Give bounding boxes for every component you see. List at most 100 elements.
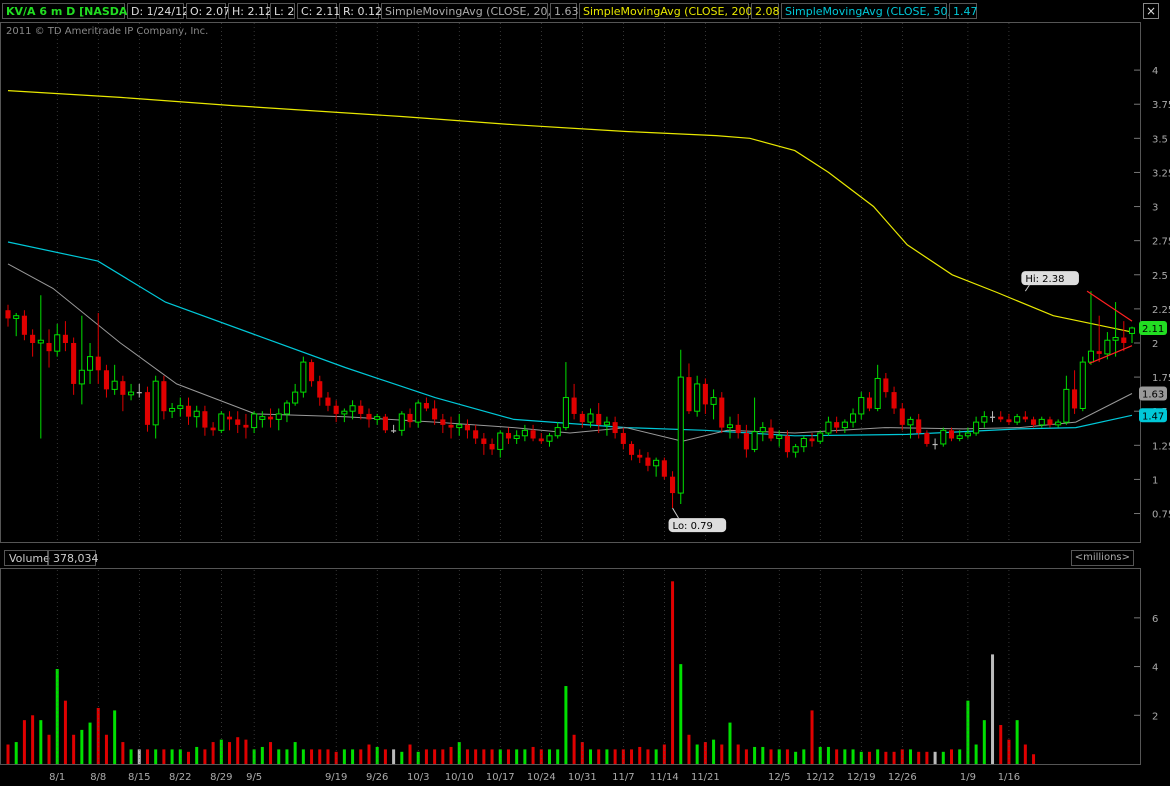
candle-up [349,405,356,412]
volume-bar [638,746,642,764]
volume-bar [326,749,330,764]
candle-down [735,424,741,434]
volume-chart[interactable]: 2 4 6 8/1 8/8 8/15 8/22 8/29 9/5 9/19 9/26 10/3 10/… [0,568,1170,786]
volume-bar [408,744,412,764]
candle-down [686,377,692,412]
volume-header: Volume 378,034 <millions> [0,550,1170,568]
candle-down [916,419,922,434]
sma50-value: 1.47 [949,3,978,19]
volume-bar [39,720,43,764]
candle-down [144,392,151,425]
volume-bar [129,749,133,764]
volume-bar [1023,744,1027,764]
candle-down [579,413,585,423]
volume-bar [424,749,428,764]
x-tick-label: 10/31 [568,772,597,783]
volume-bar [104,734,108,764]
wedge-lower-line [1089,345,1133,365]
volume-bar [941,751,945,764]
candle-down [670,476,676,494]
x-tick-label: 9/26 [366,772,388,783]
volume-bar [367,744,371,764]
candle-up [587,413,594,423]
y-tick-label: 2.5 [1152,271,1168,282]
volume-bar [654,749,658,764]
volume-bar [285,749,289,764]
candle-down [235,419,241,425]
volume-bar [761,746,765,764]
volume-bar [342,749,346,764]
candle-down [628,443,635,455]
x-tick-label: 11/7 [612,772,634,783]
candle-down [637,454,643,458]
candle-up [78,369,85,385]
candle-up [940,429,947,445]
annotation-label: Hi: 2.38 [1025,274,1064,285]
volume-bar [195,746,199,764]
candle-down [62,334,68,343]
volume-bar [269,742,273,764]
x-tick-label: 10/3 [407,772,429,783]
candle-up [275,413,282,420]
candle-down [473,430,479,439]
volume-bar [613,749,617,764]
candle-up [193,410,200,418]
candle-down [202,411,208,428]
volume-bar [293,742,297,764]
candle-up [817,432,824,442]
candle-down [1006,419,1012,423]
y-tick-label: 1 [1152,475,1158,486]
candle-up [850,413,857,423]
price-badge-label: 1.63 [1142,389,1164,400]
volume-bar [474,749,478,764]
sma20-label[interactable]: SimpleMovingAvg (CLOSE, 20, 0) [381,3,566,19]
volume-bar [277,749,281,764]
candle-down [883,378,889,393]
x-tick-label: 11/14 [650,772,679,783]
y-tick-label: 3.25 [1152,168,1170,179]
x-tick-label: 10/24 [527,772,556,783]
x-tick-label: 9/19 [325,772,347,783]
volume-bar [400,751,404,764]
volume-bar [375,746,379,764]
volume-bar [876,749,880,764]
candle-down [464,424,470,431]
symbol-label[interactable]: KV/A 6 m D [NASDAQ] [2,3,142,19]
candle-up [1128,327,1136,334]
candle-up [218,413,225,431]
volume-bar [310,749,314,764]
candle-up [169,407,176,412]
volume-label[interactable]: Volume [4,550,50,566]
x-tick-label: 8/8 [90,772,106,783]
candle-down [309,362,315,382]
sma200-label[interactable]: SimpleMovingAvg (CLOSE, 200, 0) [579,3,771,19]
candle-down [325,397,331,406]
volume-bar [1015,720,1019,764]
y-tick-label: 2 [1152,339,1158,350]
candle-down [103,370,109,390]
volume-value: 378,034 [48,550,99,566]
volume-bar [925,751,929,764]
volume-bar [31,715,35,764]
candle-down [834,422,840,428]
candle-down [226,416,233,420]
volume-y-axis: 2 4 6 [1134,614,1158,722]
candle-down [1072,389,1078,409]
candle-down [924,433,930,444]
volume-bar [769,749,773,764]
price-chart[interactable]: 0.7511.251.51.7522.252.52.7533.253.53.75… [0,22,1170,544]
candle-down [620,433,626,444]
volume-bar [851,749,855,764]
y-tick-label: 3.5 [1152,134,1168,145]
close-readout: C: 2.11 [297,3,340,19]
y-tick-label: 1.25 [1152,441,1170,452]
wedge-upper-line [1086,290,1133,322]
candle-down [407,413,413,423]
volume-bar [810,710,814,764]
candle-up [981,416,988,423]
x-tick-label: 11/21 [691,772,720,783]
x-tick-label: 8/1 [49,772,65,783]
sma50-label[interactable]: SimpleMovingAvg (CLOSE, 50, 0) [781,3,966,19]
candle-down [505,433,512,439]
close-icon[interactable]: × [1143,3,1159,19]
